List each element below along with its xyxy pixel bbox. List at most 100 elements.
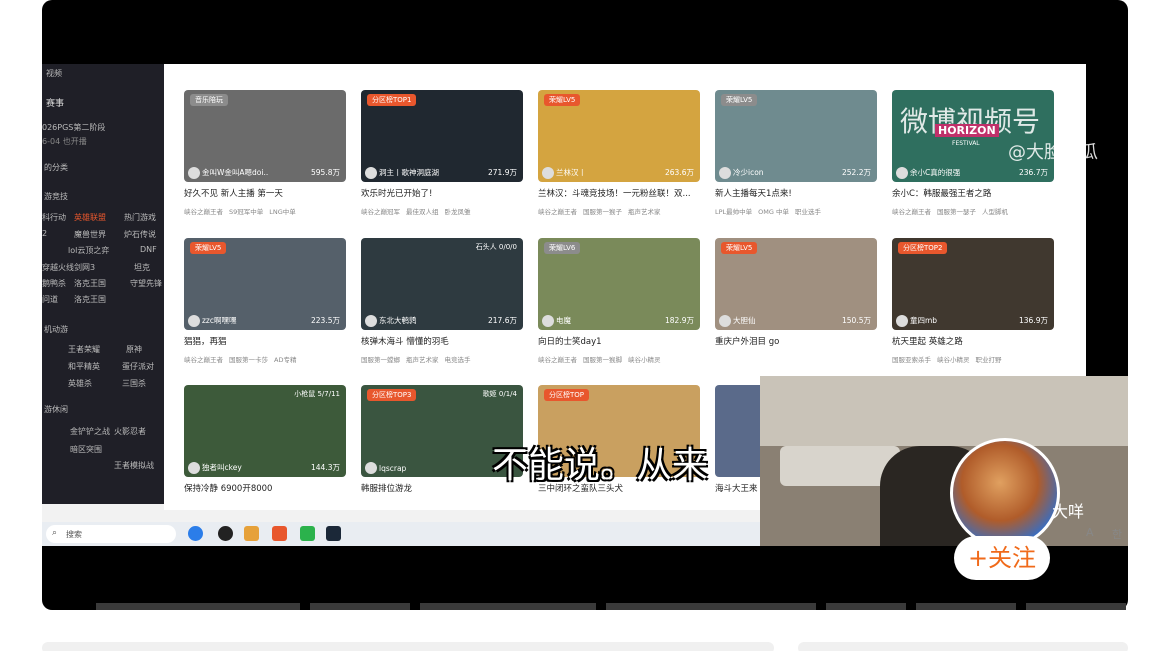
live-thumbnail[interactable]: 荣耀LV5 zzc啊嘿嘿 223.5万 xyxy=(184,238,346,330)
live-title[interactable]: 好久不见 新人主播 第一天 xyxy=(184,187,346,199)
live-card[interactable]: 分区榜TOP1 洞主丨歌神洞庭湖 271.9万欢乐时光已开始了! 峡谷之巅冠军 最佳双人… xyxy=(361,90,523,220)
tag[interactable]: 职业打野 xyxy=(976,356,1002,364)
tag[interactable]: LNG中单 xyxy=(269,208,296,216)
tag[interactable]: 瓶声艺术家 xyxy=(406,356,439,364)
sidebar-item[interactable]: 金铲铲之战 xyxy=(70,426,110,437)
tag[interactable]: 国服第一卡莎 xyxy=(229,356,268,364)
sidebar-item[interactable]: 火影忍者 xyxy=(114,426,146,437)
tag[interactable]: S9冠军中单 xyxy=(229,208,263,216)
sidebar-item[interactable]: 炉石传说 xyxy=(124,229,156,240)
sidebar-item[interactable]: 机动游 xyxy=(44,324,68,335)
sidebar-item[interactable]: 蛋仔派对 xyxy=(122,361,154,372)
sidebar-item[interactable]: 问道 xyxy=(42,294,58,305)
tag[interactable]: 峡谷之巅王者 xyxy=(538,356,577,364)
live-card[interactable]: 石头人 0/0/0 东北大鹌鹑 217.6万核弹木海斗 懵懂的羽毛国服第一螳螂 瓶声艺… xyxy=(361,238,523,368)
sidebar-item[interactable]: 守望先锋 xyxy=(130,278,162,289)
live-card[interactable]: 荣耀LV5 zzc啊嘿嘿 223.5万猖猖，再猖峡谷之巅王者 国服第一卡莎 AD专精 xyxy=(184,238,346,368)
app-icon[interactable] xyxy=(272,526,287,541)
tag[interactable]: 峡谷之巅王者 xyxy=(184,208,223,216)
tag[interactable]: 瓶声艺术家 xyxy=(628,208,661,216)
sidebar-item[interactable]: 暗区突围 xyxy=(70,444,102,455)
sidebar-item[interactable]: 游竞技 xyxy=(44,191,68,202)
tag[interactable]: LPL最帅中单 xyxy=(715,208,752,216)
live-title[interactable]: 余小C：韩服最强王者之路 xyxy=(892,187,1054,199)
live-card[interactable]: 荣耀LV5 大胆仙 150.5万重庆户外泪目 go xyxy=(715,238,877,368)
live-title[interactable]: 向日的士笑day1 xyxy=(538,335,700,347)
live-card[interactable]: 音乐陪玩 金叫W金叫A嗯doi.. 595.8万好久不见 新人主播 第一天峡谷之巅王… xyxy=(184,90,346,220)
sidebar-item[interactable]: 科行动 xyxy=(42,212,66,223)
live-title[interactable]: 猖猖，再猖 xyxy=(184,335,346,347)
sidebar-item[interactable]: 热门游戏 xyxy=(124,212,156,223)
live-thumbnail[interactable]: 分区榜TOP2 童四mb 136.9万 xyxy=(892,238,1054,330)
sidebar-item[interactable]: 三国杀 xyxy=(122,378,146,389)
sidebar-item[interactable]: 的分类 xyxy=(44,162,68,173)
tag[interactable]: 峡谷之巅王者 xyxy=(538,208,577,216)
sidebar-item[interactable]: 英雄杀 xyxy=(68,378,92,389)
live-card[interactable]: 荣耀LV5 冷少icon 252.2万新人主播每天1点来! LPL最帅中单 OMG 中单… xyxy=(715,90,877,220)
sidebar-item[interactable]: 王者荣耀 xyxy=(68,344,100,355)
tag[interactable]: AD专精 xyxy=(274,356,296,364)
sidebar-item[interactable]: 英雄联盟 xyxy=(74,212,106,223)
sidebar-item[interactable]: 洛克王国 xyxy=(74,278,106,289)
live-thumbnail[interactable]: 小枪鼠 5/7/11 独者叫ckey 144.3万 xyxy=(184,385,346,477)
sidebar-item[interactable]: 赛事 xyxy=(46,96,64,109)
tag[interactable]: 国服第一猴子 xyxy=(583,208,622,216)
live-thumbnail[interactable]: 荣耀LV5 兰林汉丨 263.6万 xyxy=(538,90,700,182)
tag[interactable]: 国服第一螳螂 xyxy=(361,356,400,364)
tag[interactable]: 峡谷小精灵 xyxy=(937,356,970,364)
live-title[interactable]: 新人主播每天1点来! xyxy=(715,187,877,199)
live-thumbnail[interactable]: 荣耀LV5 冷少icon 252.2万 xyxy=(715,90,877,182)
live-title[interactable]: 保持冷静 6900开8000 xyxy=(184,482,346,494)
follow-avatar[interactable] xyxy=(950,438,1060,548)
live-thumbnail[interactable]: 分区榜TOP1 洞主丨歌神洞庭湖 271.9万 xyxy=(361,90,523,182)
tag[interactable]: 人型脚机 xyxy=(982,208,1008,216)
sidebar-item[interactable]: 王者模拟战 xyxy=(114,460,154,471)
sidebar-item[interactable]: 026PGS第二阶段 xyxy=(42,122,105,133)
folder-icon[interactable] xyxy=(244,526,259,541)
sidebar-item[interactable]: 和平精英 xyxy=(68,361,100,372)
live-title[interactable]: 欢乐时光已开始了! xyxy=(361,187,523,199)
sidebar-item[interactable]: 原神 xyxy=(126,344,142,355)
live-thumbnail[interactable]: 音乐陪玩 金叫W金叫A嗯doi.. 595.8万 xyxy=(184,90,346,182)
tag[interactable]: 最佳双人组 xyxy=(406,208,439,216)
wechat-icon[interactable] xyxy=(300,526,315,541)
tag[interactable]: 峡谷小精灵 xyxy=(628,356,661,364)
sidebar-item[interactable]: 游休闲 xyxy=(44,404,68,415)
sidebar-item[interactable]: 视频 xyxy=(46,68,62,79)
sidebar-item[interactable]: 剑网3 xyxy=(74,262,95,273)
tag[interactable]: OMG 中单 xyxy=(758,208,789,216)
tag[interactable]: 峡谷之巅冠军 xyxy=(361,208,400,216)
live-card[interactable]: 分区榜TOP2 童四mb 136.9万杭天里起 英雄之路国服亚索杀手 峡谷小精灵 职业打… xyxy=(892,238,1054,368)
sidebar-item[interactable]: 2 xyxy=(42,229,47,238)
live-card[interactable]: 荣耀LV6 电魔 182.9万向日的士笑day1 峡谷之巅王者 国服第一猴脚 峡谷小精灵 xyxy=(538,238,700,368)
live-thumbnail[interactable]: 荣耀LV5 大胆仙 150.5万 xyxy=(715,238,877,330)
live-title[interactable]: 杭天里起 英雄之路 xyxy=(892,335,1054,347)
sidebar-item[interactable]: lol云顶之弈 xyxy=(68,245,109,256)
live-card[interactable]: 荣耀LV5 兰林汉丨 263.6万兰林汉：斗魂竞技场！一元粉丝联！双... 峡谷之巅王… xyxy=(538,90,700,220)
live-title[interactable]: 兰林汉：斗魂竞技场！一元粉丝联！双... xyxy=(538,187,700,199)
live-card[interactable]: 小枪鼠 5/7/11 独者叫ckey 144.3万保持冷静 6900开8000 xyxy=(184,385,346,515)
tag[interactable]: 峡谷之巅王者 xyxy=(184,356,223,364)
sidebar-item[interactable]: 穿越火线 xyxy=(42,262,74,273)
tag[interactable]: 职业选手 xyxy=(795,208,821,216)
sidebar-item[interactable]: DNF xyxy=(140,245,157,254)
live-thumbnail[interactable]: 荣耀LV6 电魔 182.9万 xyxy=(538,238,700,330)
taskbar-search[interactable]: ⌕ 搜索 xyxy=(46,525,176,543)
steam-icon[interactable] xyxy=(326,526,341,541)
tag[interactable]: 国服第一瑟子 xyxy=(937,208,976,216)
tag[interactable]: 国服亚索杀手 xyxy=(892,356,931,364)
live-title[interactable]: 核弹木海斗 懵懂的羽毛 xyxy=(361,335,523,347)
edge-icon[interactable] xyxy=(188,526,203,541)
tag[interactable]: 国服第一猴脚 xyxy=(583,356,622,364)
tag[interactable]: 峡谷之巅王者 xyxy=(892,208,931,216)
app-icon[interactable] xyxy=(218,526,233,541)
sidebar-item[interactable]: 坦克 xyxy=(134,262,150,273)
tag[interactable]: 电竞选手 xyxy=(445,356,471,364)
live-thumbnail[interactable]: 石头人 0/0/0 东北大鹌鹑 217.6万 xyxy=(361,238,523,330)
sidebar-item[interactable]: 鹅鸭杀 xyxy=(42,278,66,289)
follow-button[interactable]: +关注 xyxy=(954,536,1050,580)
sidebar-item[interactable]: 洛克王国 xyxy=(74,294,106,305)
tag[interactable]: 卧龙凤雏 xyxy=(445,208,471,216)
sidebar-item[interactable]: 魔兽世界 xyxy=(74,229,106,240)
live-title[interactable]: 重庆户外泪目 go xyxy=(715,335,877,347)
